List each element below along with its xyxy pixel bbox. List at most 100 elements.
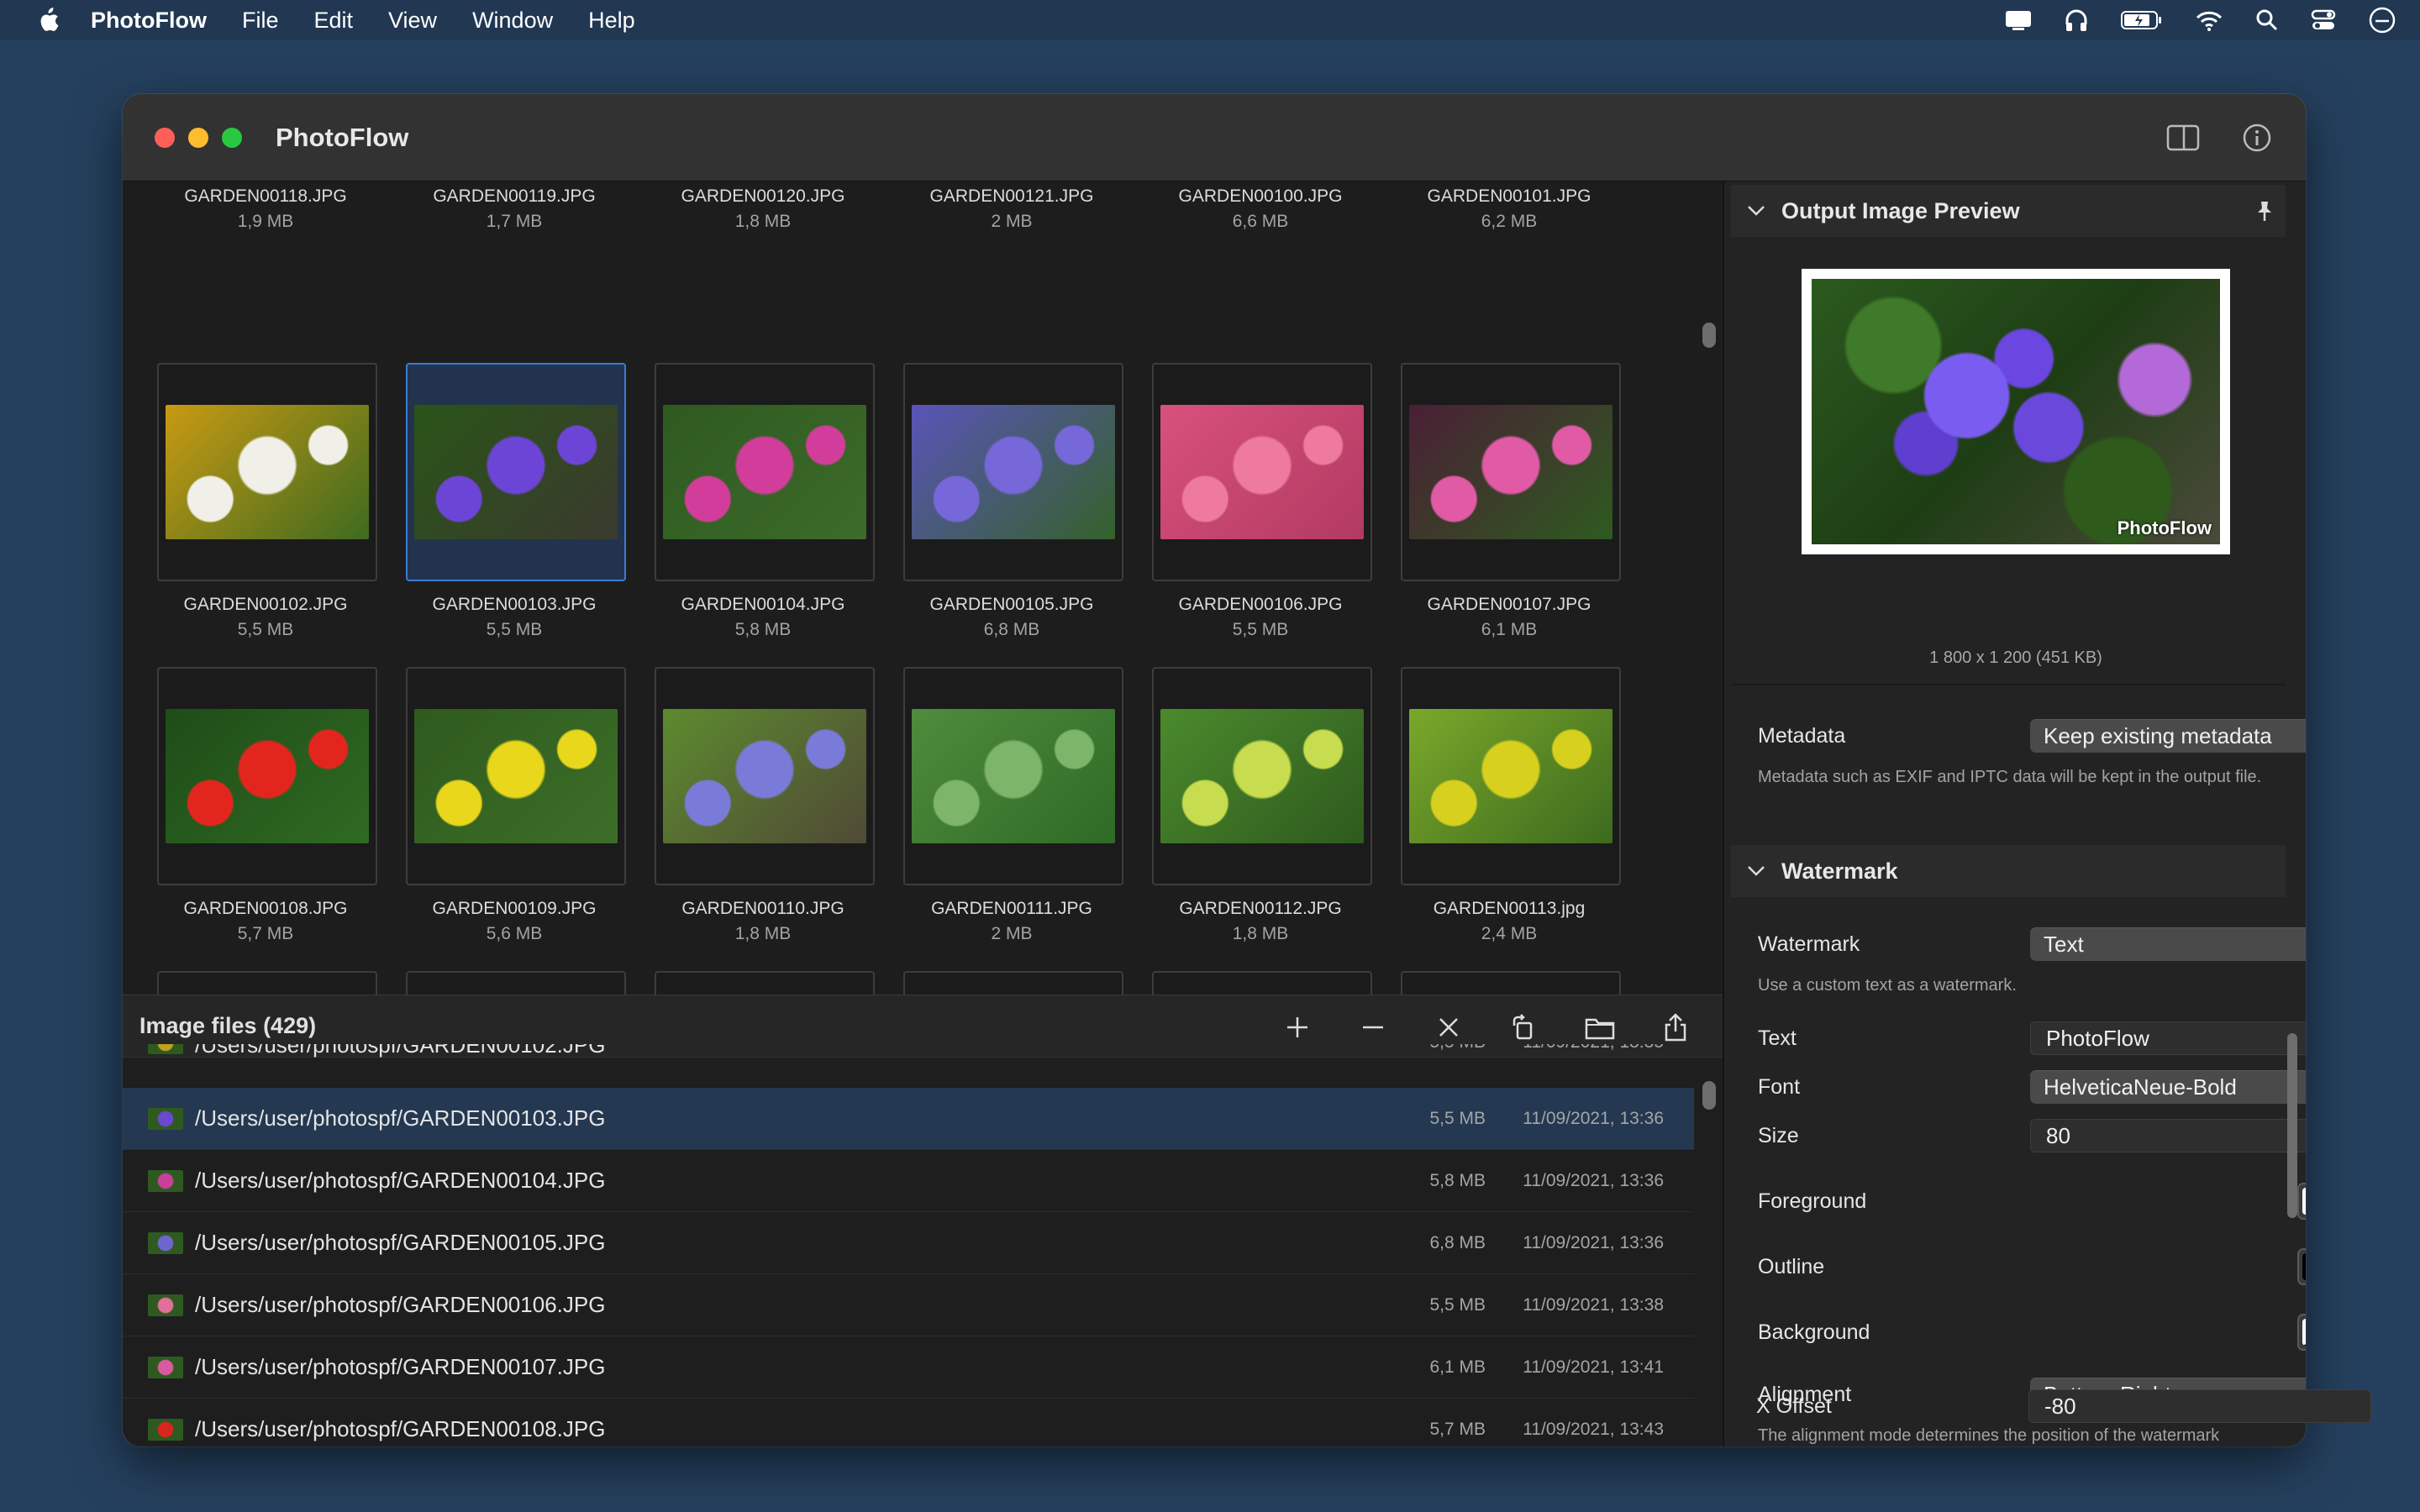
close-window-button[interactable] bbox=[155, 127, 175, 148]
thumbnail-tile[interactable] bbox=[903, 363, 1123, 581]
menu-help[interactable]: Help bbox=[588, 8, 635, 34]
thumbnail-caption: GARDEN00112.JPG 1,8 MB bbox=[1151, 899, 1370, 944]
share-icon[interactable] bbox=[1659, 1011, 1692, 1044]
menu-file[interactable]: File bbox=[242, 8, 279, 34]
thumbnail-filesize: 5,6 MB bbox=[486, 924, 543, 943]
row-file-path: /Users/user/photospf/GARDEN00104.JPG bbox=[195, 1168, 606, 1193]
watermark-text-field[interactable]: PhotoFlow bbox=[2030, 1021, 2306, 1055]
app-window: PhotoFlow GARDEN00118.JPG 1,9 MB GARDEN001… bbox=[123, 94, 2306, 1446]
size-field[interactable]: 80 bbox=[2030, 1119, 2306, 1152]
display-icon[interactable] bbox=[2005, 9, 2032, 31]
row-thumbnail bbox=[148, 1044, 183, 1054]
thumbnail-filename: GARDEN00119.JPG bbox=[433, 186, 596, 206]
watermark-header[interactable]: Watermark bbox=[1731, 845, 2286, 897]
thumbnail-tile[interactable] bbox=[1152, 667, 1372, 885]
output-preview-title: Output Image Preview bbox=[1781, 197, 2020, 223]
table-row[interactable]: /Users/user/photospf/GARDEN00105.JPG 6,8 … bbox=[123, 1212, 1694, 1274]
thumbnail-image bbox=[663, 709, 866, 843]
font-select[interactable]: HelveticaNeue-Bold bbox=[2030, 1070, 2306, 1104]
pin-icon[interactable] bbox=[2254, 200, 2274, 228]
row-file-date: 11/09/2021, 13:36 bbox=[1523, 1108, 1664, 1128]
table-row[interactable]: /Users/user/photospf/GARDEN00102.JPG 5,5 … bbox=[123, 1044, 1694, 1093]
thumbnail-caption: GARDEN00101.JPG 6,2 MB bbox=[1400, 186, 1618, 232]
thumbnail-tile[interactable] bbox=[903, 667, 1123, 885]
thumbnail-tile[interactable] bbox=[406, 971, 626, 995]
table-row[interactable]: /Users/user/photospf/GARDEN00108.JPG 5,7 … bbox=[123, 1399, 1694, 1446]
thumbnail-tile[interactable] bbox=[903, 971, 1123, 995]
thumbnail-image bbox=[414, 709, 618, 843]
thumbnail-tile[interactable] bbox=[655, 971, 875, 995]
inspector-scrollbar[interactable] bbox=[2287, 1033, 2297, 1218]
chevron-down-icon[interactable] bbox=[1746, 864, 1766, 878]
row-file-path: /Users/user/photospf/GARDEN00102.JPG bbox=[195, 1044, 606, 1058]
table-row[interactable]: /Users/user/photospf/GARDEN00104.JPG 5,8 … bbox=[123, 1150, 1694, 1212]
outline-color-well[interactable] bbox=[2297, 1248, 2306, 1285]
foreground-color-well[interactable] bbox=[2297, 1183, 2306, 1220]
control-center-icon[interactable] bbox=[2311, 8, 2336, 32]
user-icon[interactable] bbox=[2368, 6, 2396, 34]
thumbnail-caption: GARDEN00118.JPG 1,9 MB bbox=[156, 186, 375, 232]
thumbnail-filename: GARDEN00112.JPG bbox=[1179, 899, 1342, 918]
thumbnail-filesize: 5,7 MB bbox=[237, 924, 294, 943]
output-preview-header[interactable]: Output Image Preview bbox=[1731, 185, 2286, 237]
clear-icon[interactable] bbox=[1432, 1011, 1465, 1044]
thumbnail-tile[interactable] bbox=[406, 363, 626, 581]
remove-icon[interactable] bbox=[1356, 1011, 1390, 1044]
thumbnail-grid[interactable]: GARDEN00118.JPG 1,9 MB GARDEN00119.JPG 1,7 … bbox=[123, 181, 1723, 995]
grid-scrollbar[interactable] bbox=[1702, 323, 1716, 348]
thumbnail-tile[interactable] bbox=[655, 667, 875, 885]
thumbnail-filename: GARDEN00120.JPG bbox=[681, 186, 845, 206]
thumbnail-filename: GARDEN00102.JPG bbox=[183, 595, 348, 614]
thumbnail-caption: GARDEN00102.JPG 5,5 MB bbox=[156, 595, 375, 640]
thumbnail-tile[interactable] bbox=[157, 363, 377, 581]
folder-icon[interactable] bbox=[1583, 1011, 1617, 1044]
thumbnail-filesize: 6,2 MB bbox=[1481, 212, 1538, 231]
thumbnail-tile[interactable] bbox=[157, 971, 377, 995]
thumbnail-tile[interactable] bbox=[1401, 667, 1621, 885]
thumbnail-tile[interactable] bbox=[1401, 971, 1621, 995]
menu-edit[interactable]: Edit bbox=[313, 8, 353, 34]
thumbnail-tile[interactable] bbox=[406, 667, 626, 885]
thumbnail-tile[interactable] bbox=[157, 667, 377, 885]
info-icon[interactable] bbox=[2238, 119, 2275, 156]
background-color-well[interactable] bbox=[2297, 1314, 2306, 1351]
thumbnail-tile[interactable] bbox=[1152, 363, 1372, 581]
wifi-icon[interactable] bbox=[2195, 9, 2223, 31]
chevron-down-icon[interactable] bbox=[1746, 204, 1766, 218]
thumbnail-image bbox=[912, 709, 1115, 843]
thumbnail-filename: GARDEN00110.JPG bbox=[681, 899, 844, 918]
minimize-window-button[interactable] bbox=[188, 127, 208, 148]
table-row[interactable]: /Users/user/photospf/GARDEN00107.JPG 6,1 … bbox=[123, 1336, 1694, 1399]
table-row[interactable]: /Users/user/photospf/GARDEN00106.JPG 5,5 … bbox=[123, 1274, 1694, 1336]
add-icon[interactable] bbox=[1281, 1011, 1314, 1044]
battery-icon[interactable] bbox=[2121, 9, 2163, 31]
row-file-path: /Users/user/photospf/GARDEN00107.JPG bbox=[195, 1354, 606, 1379]
window-controls bbox=[155, 127, 242, 148]
table-row[interactable]: /Users/user/photospf/GARDEN00103.JPG 5,5 … bbox=[123, 1088, 1694, 1150]
rotate-icon[interactable] bbox=[1507, 1011, 1541, 1044]
row-file-path: /Users/user/photospf/GARDEN00106.JPG bbox=[195, 1292, 606, 1317]
watermark-mode-select[interactable]: Text bbox=[2030, 927, 2306, 961]
apple-menu-icon[interactable] bbox=[34, 7, 62, 34]
metadata-select[interactable]: Keep existing metadata bbox=[2030, 719, 2306, 753]
zoom-window-button[interactable] bbox=[222, 127, 242, 148]
thumbnail-tile[interactable] bbox=[655, 363, 875, 581]
headphones-icon[interactable] bbox=[2064, 8, 2089, 33]
xoffset-field[interactable]: -80 bbox=[2028, 1389, 2371, 1423]
thumbnail-filename: GARDEN00108.JPG bbox=[183, 899, 348, 918]
row-file-date: 11/09/2021, 13:36 bbox=[1523, 1170, 1664, 1190]
spotlight-icon[interactable] bbox=[2255, 8, 2279, 32]
menu-window[interactable]: Window bbox=[472, 8, 553, 34]
thumbnail-image bbox=[166, 709, 369, 843]
thumbnail-filesize: 5,5 MB bbox=[486, 620, 543, 639]
thumbnail-image bbox=[1409, 709, 1612, 843]
split-view-icon[interactable] bbox=[2165, 119, 2202, 156]
thumbnail-tile[interactable] bbox=[1152, 971, 1372, 995]
thumbnail-tile[interactable] bbox=[1401, 363, 1621, 581]
text-label: Text bbox=[1758, 1026, 1797, 1050]
thumbnail-caption: GARDEN00100.JPG 6,6 MB bbox=[1151, 186, 1370, 232]
menu-app-name[interactable]: PhotoFlow bbox=[91, 8, 207, 34]
list-scrollbar[interactable] bbox=[1702, 1081, 1716, 1110]
menu-view[interactable]: View bbox=[388, 8, 437, 34]
thumbnail-filesize: 1,8 MB bbox=[1232, 924, 1289, 943]
